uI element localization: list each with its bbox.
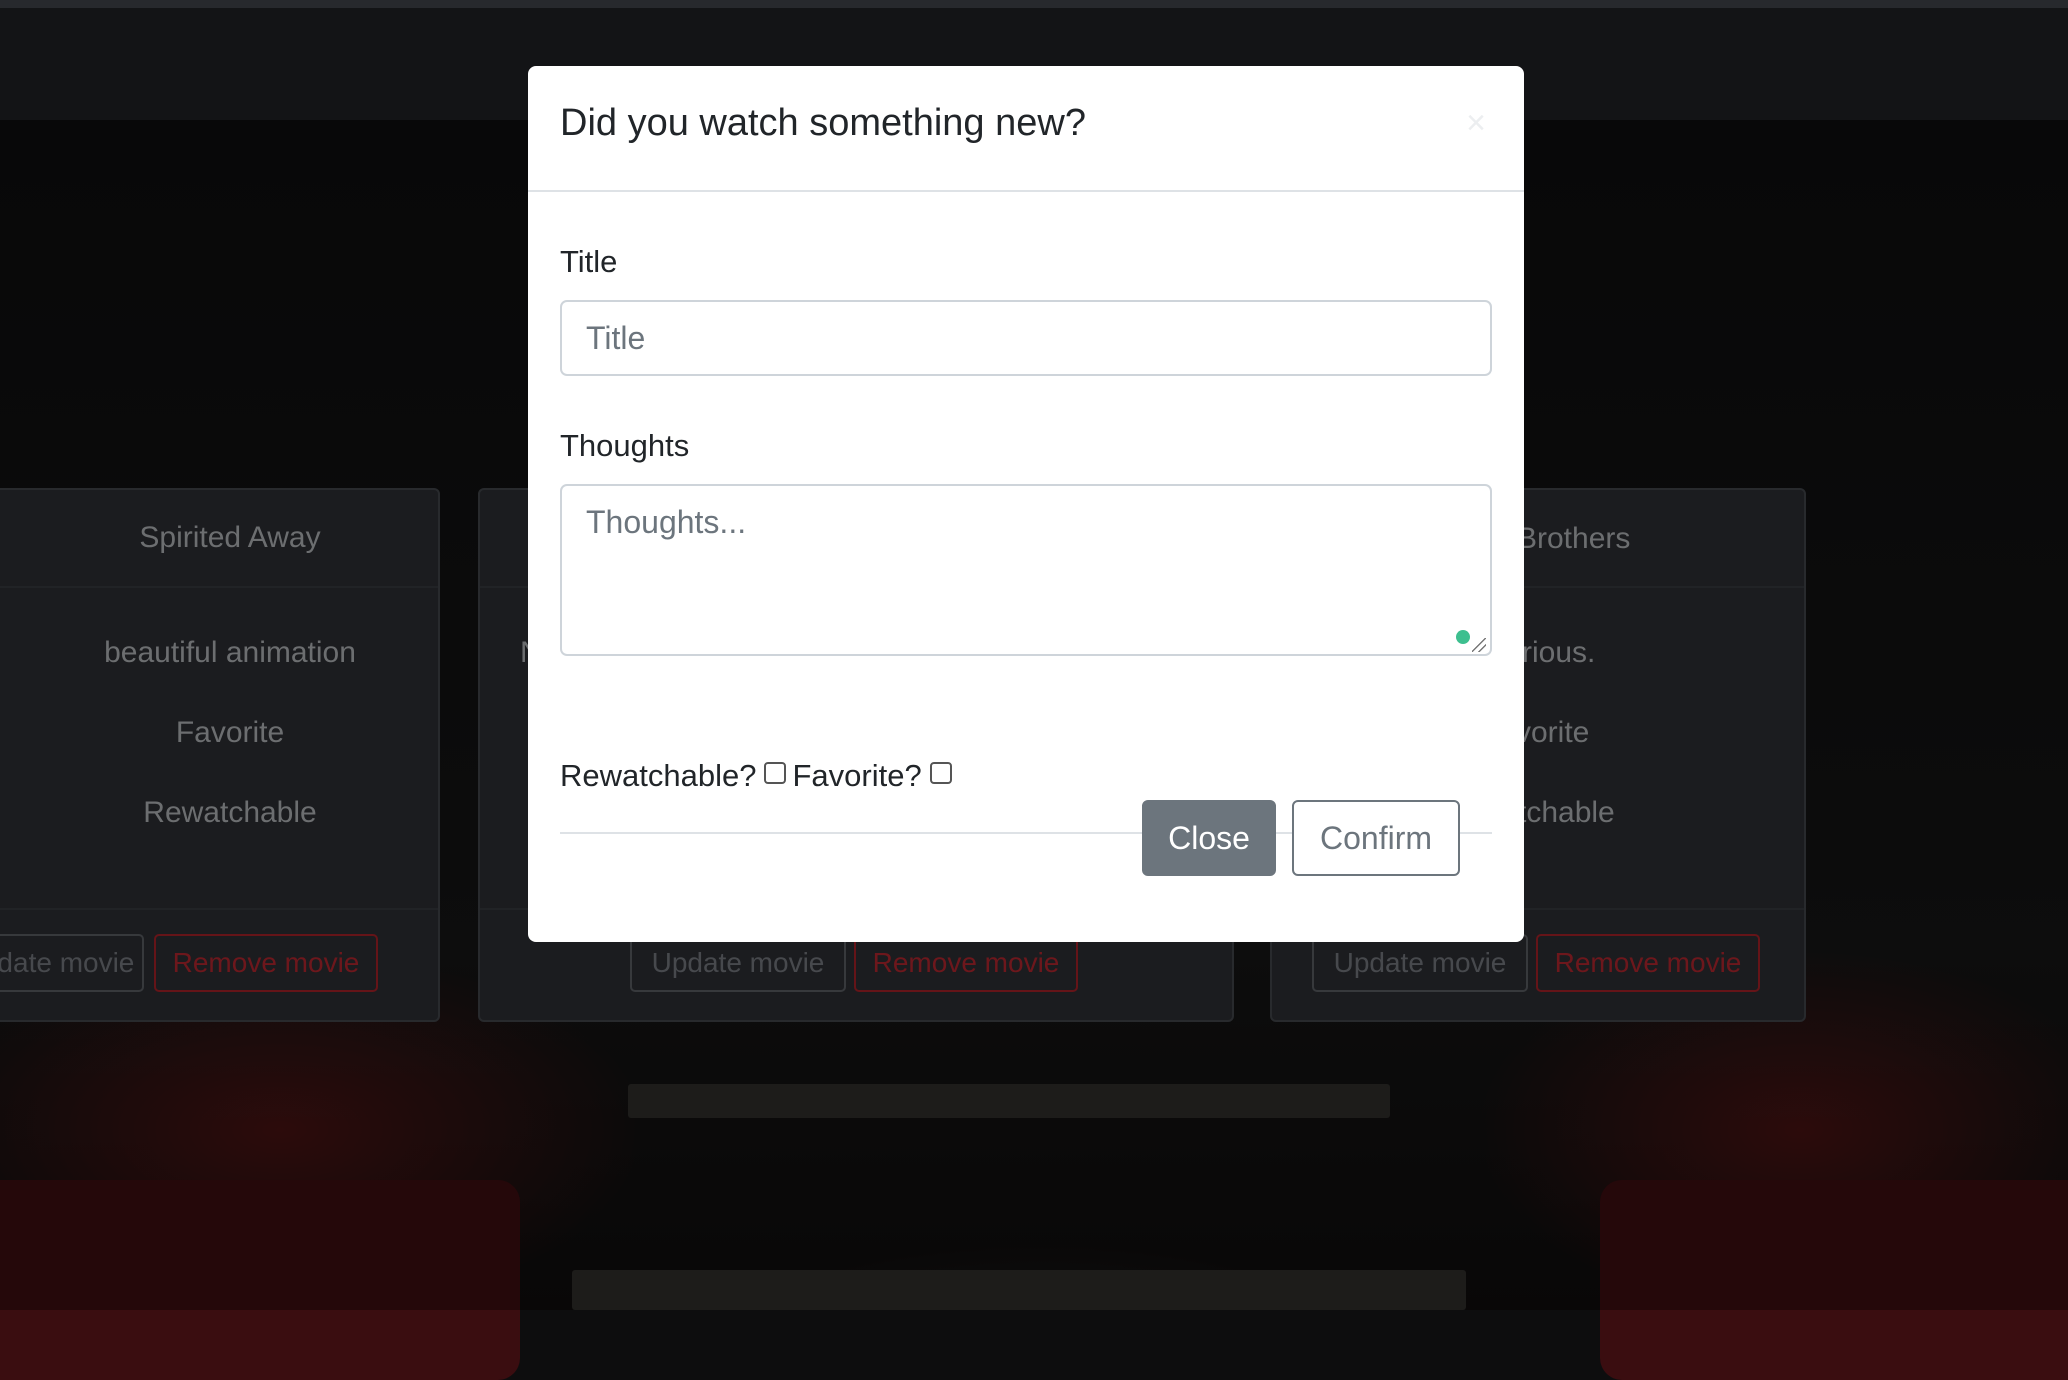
status-dot-icon <box>1456 630 1470 644</box>
close-icon[interactable]: × <box>1466 104 1486 143</box>
add-movie-modal: Did you watch something new? × Title Tho… <box>528 66 1524 942</box>
favorite-label: Favorite? <box>792 758 922 793</box>
modal-header: Did you watch something new? × <box>528 66 1524 192</box>
thoughts-textarea[interactable] <box>560 484 1492 656</box>
rewatchable-checkbox[interactable] <box>764 762 787 784</box>
confirm-button[interactable]: Confirm <box>1292 800 1460 876</box>
close-button[interactable]: Close <box>1142 800 1276 876</box>
title-input[interactable] <box>560 300 1492 376</box>
thoughts-field-wrapper <box>560 484 1492 656</box>
thoughts-label: Thoughts <box>560 428 690 463</box>
title-label: Title <box>560 244 618 279</box>
favorite-checkbox[interactable] <box>929 762 952 784</box>
rewatchable-label: Rewatchable? <box>560 758 757 793</box>
checkbox-row: Rewatchable? Favorite? <box>560 758 956 794</box>
modal-title: Did you watch something new? <box>560 102 1086 144</box>
resize-handle-icon[interactable] <box>1472 638 1486 652</box>
